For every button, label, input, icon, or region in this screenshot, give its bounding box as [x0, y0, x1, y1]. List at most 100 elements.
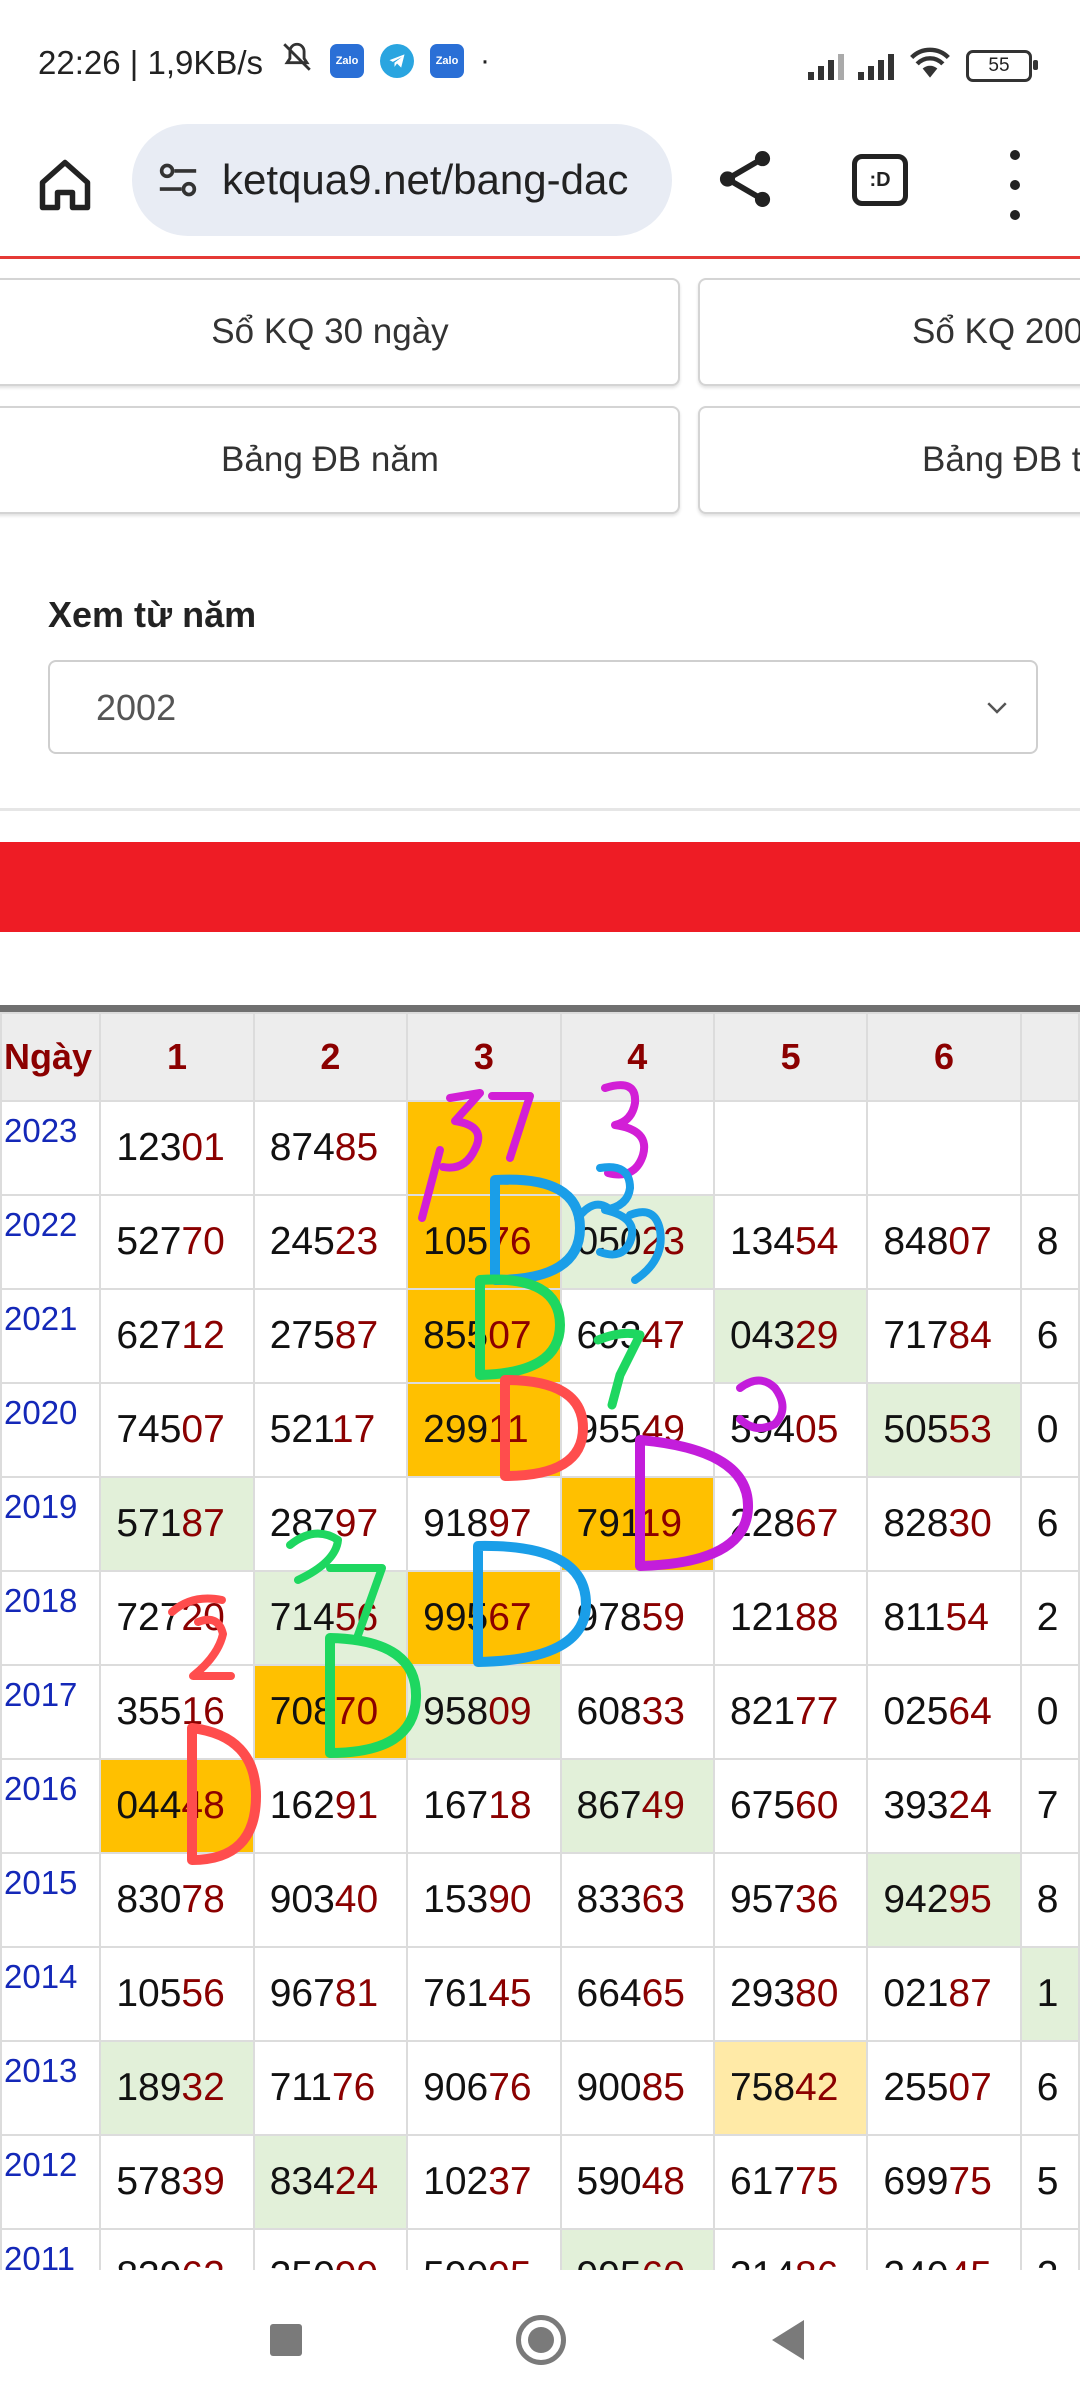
- mute-icon: [280, 40, 314, 82]
- result-cell: 95809: [406, 1664, 562, 1760]
- year-link[interactable]: 2012: [0, 2134, 102, 2230]
- result-cell: 95736: [712, 1852, 869, 1948]
- table-header-row: Ngày 1 2 3 4 5 6: [0, 1012, 1080, 1102]
- result-cell: 83424: [252, 2134, 409, 2230]
- result-prefix: 664: [576, 1972, 642, 2015]
- result-last-two: 16: [181, 1690, 225, 1733]
- result-cell: 18932: [99, 2040, 255, 2136]
- result-cell: 10556: [99, 1946, 255, 2042]
- year-select[interactable]: 2002: [48, 660, 1038, 754]
- result-cell: [866, 1100, 1022, 1196]
- result-prefix: 255: [883, 2066, 949, 2109]
- table-row: 2021 62712 27587 85507 69347 04329 71784 6: [0, 1288, 1080, 1384]
- result-prefix: 590: [576, 2160, 642, 2203]
- tab-switcher-button[interactable]: :D: [852, 154, 908, 206]
- chevron-down-icon: [987, 702, 1007, 714]
- result-prefix: 955: [576, 1408, 642, 1451]
- result-prefix: 918: [423, 1502, 489, 1545]
- result-prefix: 6: [1036, 1314, 1059, 1357]
- zalo-icon: Zalo: [330, 44, 364, 78]
- result-cell: 84807: [866, 1194, 1022, 1290]
- result-cell: 71784: [866, 1288, 1022, 1384]
- address-bar[interactable]: ketqua9.net/bang-dac: [132, 124, 672, 236]
- result-last-two: 75: [948, 2160, 992, 2203]
- result-cell: 04329: [712, 1288, 869, 1384]
- result-prefix: 8: [1036, 1878, 1059, 1921]
- result-prefix: 828: [883, 1502, 949, 1545]
- year-link[interactable]: 2015: [0, 1852, 102, 1948]
- result-cell: 6: [1019, 1476, 1080, 1572]
- year-link[interactable]: 2021: [0, 1288, 102, 1384]
- nav-button-so-kq-30[interactable]: Sổ KQ 30 ngày: [0, 278, 680, 386]
- result-prefix: 521: [269, 1408, 332, 1451]
- nav-button-bang-db-tuan[interactable]: Bảng ĐB t: [698, 406, 1080, 514]
- year-link[interactable]: 2016: [0, 1758, 102, 1854]
- year-link[interactable]: 2020: [0, 1382, 102, 1478]
- result-prefix: 6: [1036, 2066, 1059, 2109]
- result-cell: 71176: [252, 2040, 409, 2136]
- result-last-two: 65: [641, 1972, 685, 2015]
- year-link[interactable]: 2014: [0, 1946, 102, 2042]
- results-table-container[interactable]: Ngày 1 2 3 4 5 6 2023 12301 87485 2022 52770 24523 1…: [0, 1005, 1080, 2277]
- recents-button[interactable]: [270, 2324, 302, 2356]
- result-prefix: 727: [116, 1596, 182, 1639]
- year-link[interactable]: 2013: [0, 2040, 102, 2136]
- site-settings-icon[interactable]: [156, 160, 200, 200]
- result-prefix: 505: [883, 1408, 949, 1451]
- results-table: Ngày 1 2 3 4 5 6 2023 12301 87485 2022 52770 24523 1…: [0, 1012, 1080, 2277]
- result-prefix: 830: [116, 1878, 182, 1921]
- result-last-two: 32: [181, 2066, 225, 2109]
- result-prefix: 355: [116, 1690, 182, 1733]
- result-last-two: 33: [641, 1690, 685, 1733]
- year-filter-label: Xem từ năm: [48, 594, 257, 635]
- table-row: 2020 74507 52117 29911 95549 59405 50553 0: [0, 1382, 1080, 1478]
- year-link[interactable]: 2018: [0, 1570, 102, 1666]
- result-cell: 10576: [406, 1194, 562, 1290]
- more-menu-icon[interactable]: [1000, 150, 1030, 220]
- result-cell: 1: [1019, 1946, 1080, 2042]
- result-last-two: 17: [331, 1408, 376, 1451]
- result-cell: 02187: [866, 1946, 1022, 2042]
- result-last-two: 78: [181, 1878, 225, 1921]
- result-prefix: 942: [883, 1878, 949, 1921]
- result-prefix: 134: [729, 1220, 796, 1263]
- result-cell: 57187: [99, 1476, 255, 1572]
- result-prefix: 162: [269, 1784, 335, 1827]
- year-link[interactable]: 2022: [0, 1194, 102, 1290]
- result-prefix: 7: [1036, 1784, 1059, 1827]
- nav-button-so-kq-200[interactable]: Sổ KQ 200: [698, 278, 1080, 386]
- result-last-two: 19: [638, 1502, 683, 1545]
- home-nav-button[interactable]: [516, 2315, 566, 2365]
- status-bar: 22:26 | 1,9KB/s Zalo Zalo · 55: [0, 0, 1080, 120]
- result-cell: [712, 1100, 869, 1196]
- result-prefix: 745: [116, 1408, 182, 1451]
- browser-toolbar: ketqua9.net/bang-dac :D: [0, 120, 1080, 260]
- result-last-two: 97: [488, 1502, 532, 1545]
- result-last-two: 49: [641, 1784, 685, 1827]
- result-prefix: 978: [576, 1596, 642, 1639]
- year-link[interactable]: 2019: [0, 1476, 102, 1572]
- wifi-icon: [908, 46, 952, 85]
- result-prefix: 2: [1036, 1596, 1059, 1639]
- result-last-two: 84: [948, 1314, 992, 1357]
- result-prefix: 044: [116, 1784, 182, 1827]
- result-last-two: 95: [948, 1878, 992, 1921]
- result-last-two: 29: [795, 1314, 839, 1357]
- year-link[interactable]: 2017: [0, 1664, 102, 1760]
- status-time: 22:26 | 1,9KB/s: [38, 44, 264, 81]
- result-last-two: 53: [948, 1408, 992, 1451]
- result-last-two: 37: [488, 2160, 532, 2203]
- result-prefix: 791: [576, 1502, 639, 1545]
- result-last-two: 36: [795, 1878, 839, 1921]
- back-button[interactable]: [772, 2320, 804, 2360]
- result-last-two: 48: [641, 2160, 685, 2203]
- share-button[interactable]: [710, 144, 780, 214]
- result-cell: 69347: [559, 1288, 715, 1384]
- nav-button-bang-db-nam[interactable]: Bảng ĐB năm: [0, 406, 680, 514]
- divider: [0, 808, 1080, 811]
- home-button[interactable]: [30, 150, 100, 220]
- result-cell: [1019, 1100, 1080, 1196]
- result-cell: 10237: [406, 2134, 562, 2230]
- year-link[interactable]: 2023: [0, 1100, 102, 1196]
- result-cell: 16718: [406, 1758, 562, 1854]
